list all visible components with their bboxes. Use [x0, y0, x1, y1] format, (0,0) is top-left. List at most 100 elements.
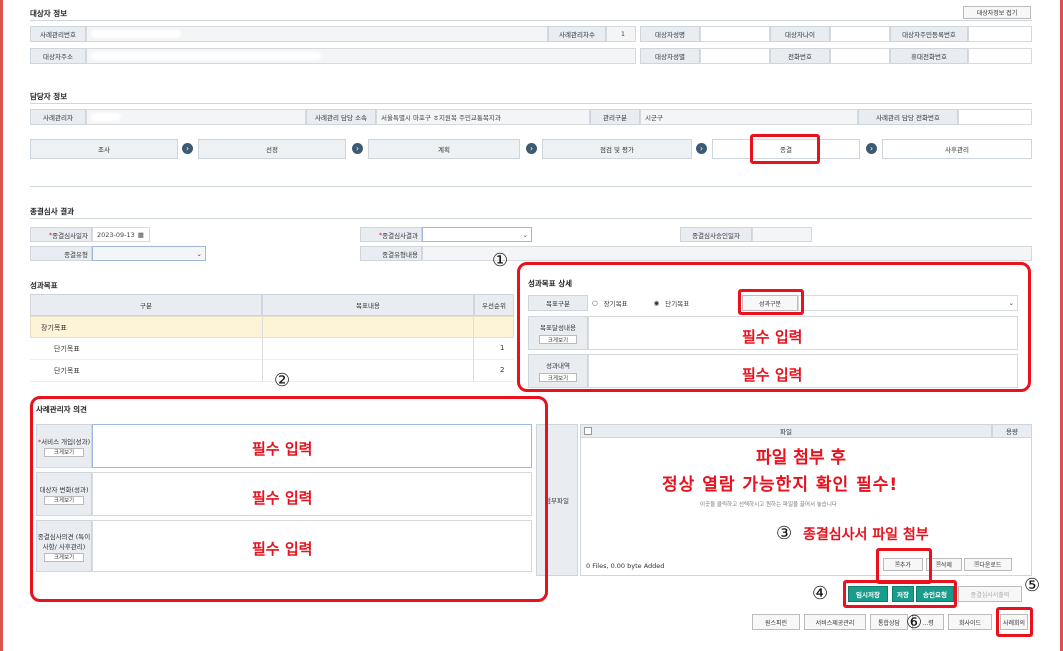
- divider: [30, 218, 1032, 219]
- case-count-field: 1: [606, 26, 636, 42]
- goal-row-1-label: 단기목표: [54, 345, 80, 353]
- case-no-label: 사례관리번호: [30, 26, 86, 42]
- annotation-number-1: ①: [492, 250, 509, 271]
- annotation-number-4: ④: [812, 583, 829, 604]
- mobile-label: 휴대전화번호: [890, 48, 968, 64]
- phone-label: 전화번호: [770, 48, 830, 64]
- chevron-right-icon: ›: [352, 143, 363, 154]
- required-note-result: 필수 입력: [742, 366, 803, 384]
- approve-date-label: 종결심사승인일자: [680, 227, 752, 242]
- closing-date-value: 2023-09-13: [97, 230, 135, 239]
- step-review[interactable]: 점검 및 평가: [542, 139, 692, 159]
- goal-row-1-priority: 1: [500, 344, 505, 352]
- manager-info-title: 담당자 정보: [30, 92, 68, 101]
- approve-date-field: [752, 227, 812, 242]
- closing-review-title: 종결심사 결과: [30, 207, 75, 216]
- goals-col-category: 구분: [30, 294, 262, 316]
- closing-result-label: * 종결심사결과: [360, 227, 422, 242]
- goal-row-2-label: 단기목표: [54, 367, 80, 375]
- name-label: 대상자성명: [640, 26, 700, 42]
- chevron-down-icon: ⌄: [196, 249, 202, 258]
- attachment-status: 0 Files, 0.00 byte Added: [586, 562, 665, 570]
- goal-row-0-label: 장기목표: [41, 324, 67, 332]
- action-row-button-5[interactable]: 회사이드: [948, 614, 992, 630]
- divider: [30, 20, 1032, 21]
- step-survey[interactable]: 조사: [30, 139, 178, 159]
- manager-phone-field[interactable]: [958, 109, 1032, 125]
- goals-title: 성과목표: [30, 281, 58, 290]
- name-field[interactable]: [700, 26, 770, 42]
- gender-label: 대상자성별: [640, 48, 700, 64]
- closing-date-label: * 종결심사일자: [30, 227, 92, 242]
- closing-type-select[interactable]: ⌄: [92, 246, 206, 261]
- divider: [30, 186, 1032, 187]
- highlight-closing-step: [750, 134, 820, 164]
- annotation-box-add-file: [876, 548, 932, 584]
- subject-info-title: 대상자 정보: [30, 9, 68, 18]
- annotation-number-5: ⑤: [1024, 575, 1041, 596]
- manager-phone-label: 사례관리 담당 전화번호: [858, 109, 958, 125]
- gender-field[interactable]: [700, 48, 770, 64]
- download-file-button[interactable]: 🗎 다운로드: [964, 558, 1012, 571]
- chevron-down-icon: ⌄: [522, 230, 528, 239]
- attachment-col-file: 파일: [580, 424, 992, 438]
- closing-type-detail-label: 종결유형내용: [360, 246, 422, 261]
- action-row-button-3[interactable]: 통합상담: [870, 614, 908, 630]
- collapse-subject-button[interactable]: 대상자정보 접기: [963, 6, 1031, 19]
- chevron-right-icon: ›: [866, 143, 877, 154]
- required-note-achievement: 필수 입력: [742, 328, 803, 346]
- manager-label: 사례관리자: [30, 109, 86, 125]
- chevron-right-icon: ›: [696, 143, 707, 154]
- annotation-number-3: ③: [776, 523, 793, 544]
- chevron-right-icon: ›: [182, 143, 193, 154]
- resident-no-field[interactable]: [968, 26, 1032, 42]
- age-label: 대상자나이: [770, 26, 830, 42]
- select-all-checkbox[interactable]: [584, 427, 592, 435]
- manager-field[interactable]: [86, 109, 306, 125]
- address-label: 대상자주소: [30, 48, 86, 64]
- goals-col-content: 목표내용: [262, 294, 474, 316]
- address-field[interactable]: [86, 48, 636, 64]
- attachment-col-size: 용량: [992, 424, 1032, 438]
- chevron-right-icon: ›: [526, 143, 537, 154]
- step-selection[interactable]: 선정: [198, 139, 346, 159]
- file-note-line1: 파일 첨부 후: [756, 448, 847, 468]
- action-row-button-2[interactable]: 서비스제공관리: [804, 614, 866, 630]
- annotation-number-6: ⑥: [906, 612, 923, 633]
- required-note-change: 필수 입력: [252, 489, 313, 507]
- type-field: 시군구: [640, 109, 858, 125]
- file-note-line2: 정상 열람 가능한지 확인 필수!: [662, 475, 899, 495]
- closing-type-label: 종결유형: [30, 246, 92, 261]
- required-note-review: 필수 입력: [252, 540, 313, 558]
- phone-field[interactable]: [830, 48, 890, 64]
- delete-file-button-label: 삭제: [940, 562, 952, 569]
- closing-type-detail-field[interactable]: [422, 246, 1032, 261]
- case-no-field[interactable]: [86, 26, 548, 42]
- type-label: 관리구분: [590, 109, 640, 125]
- calendar-icon[interactable]: ▦: [138, 231, 144, 239]
- action-row-button-1[interactable]: 원스피린: [752, 614, 800, 630]
- download-file-button-label: 다운로드: [979, 562, 1002, 569]
- required-note-service: 필수 입력: [252, 440, 313, 458]
- drop-hint: 이곳을 클릭하고 선택하시고 원하는 파일을 끌어서 놓습니다: [700, 502, 837, 508]
- dept-field: 서울특별시 마포구 ㅎ지원복 주민교통복지과: [376, 109, 590, 125]
- closing-date-label-text: 종결심사일자: [52, 231, 88, 240]
- step-plan[interactable]: 계획: [368, 139, 520, 159]
- case-count-label: 사례관리차수: [548, 26, 606, 42]
- goals-content-column: [262, 316, 474, 382]
- attach-note: 종결심사서 파일 첨부: [803, 527, 929, 543]
- goals-col-priority: 우선순위: [474, 294, 514, 316]
- divider: [30, 103, 1032, 104]
- annotation-box-save-actions: [843, 580, 957, 608]
- closing-result-select[interactable]: ⌄: [422, 227, 532, 242]
- age-field[interactable]: [830, 26, 890, 42]
- closing-date-input[interactable]: 2023-09-13 ▦: [92, 227, 150, 242]
- closing-result-label-text: 종결심사결과: [382, 231, 418, 240]
- annotation-box-case-meeting: [996, 607, 1033, 637]
- mobile-field[interactable]: [968, 48, 1032, 64]
- print-review-button[interactable]: 종결심사서출력: [958, 586, 1022, 602]
- dept-label: 사례관리 담당 소속: [306, 109, 376, 125]
- step-followup[interactable]: 사후관리: [882, 139, 1032, 159]
- annotation-number-2: ②: [274, 370, 291, 391]
- goal-row-2-priority: 2: [500, 366, 505, 374]
